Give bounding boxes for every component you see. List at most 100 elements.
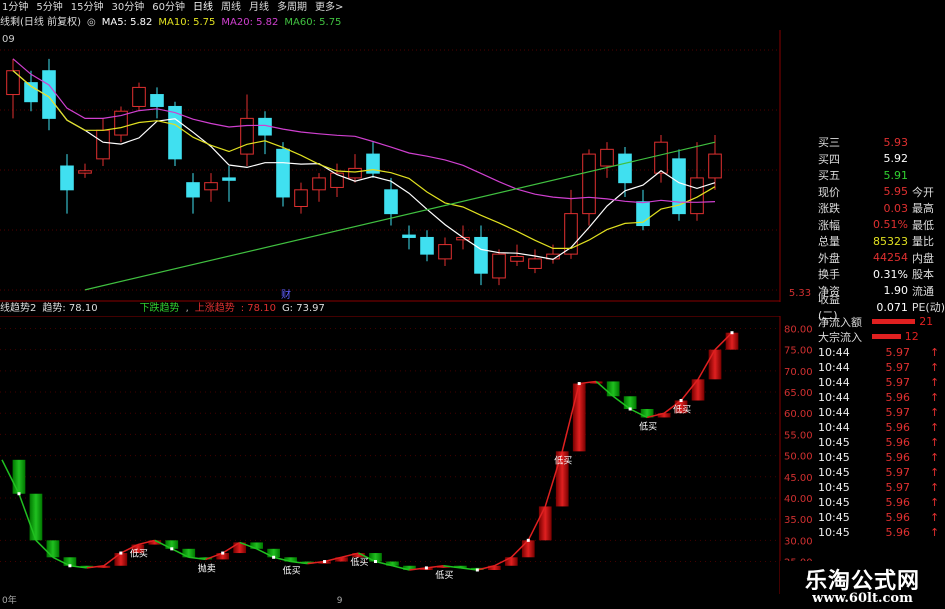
tab-4[interactable]: 60分钟 (152, 0, 185, 16)
axis-tick-label: 35.00 (784, 515, 813, 526)
candle-body (528, 258, 542, 269)
candle-body (348, 167, 362, 179)
trend-dot (170, 547, 174, 551)
quote-row: 买三 5.93 (818, 135, 908, 150)
axis-tick-label: 75.00 (784, 346, 813, 357)
bottom-label-nine: 9 (336, 596, 343, 606)
trend-dot (68, 564, 72, 568)
site-watermark: 乐淘公式网 www.60lt.com (780, 561, 945, 609)
candle-body (420, 236, 434, 255)
finance-marker[interactable]: 财 (281, 288, 291, 301)
signal-label: 低买 (130, 548, 148, 560)
tick-row: 10:44 5.97 ↑ (818, 406, 940, 419)
trend-bar (725, 332, 739, 350)
candle-body (474, 236, 488, 274)
tab-1[interactable]: 5分钟 (36, 0, 62, 16)
tick-row: 10:44 5.97 ↑ (818, 361, 940, 374)
gear-icon[interactable]: ◎ (87, 16, 96, 30)
tab-0[interactable]: 1分钟 (2, 0, 28, 16)
quote-row: 总量 85323 量比 (818, 234, 934, 249)
money-flow-panel: 净流入额 21 大宗流入 12 (818, 314, 945, 344)
trend-value: 趋势: 78.10 (42, 303, 98, 314)
candle-body (384, 189, 398, 215)
signal-label: 低买 (673, 404, 691, 416)
trend-dot (119, 551, 123, 555)
quote-row: 现价 5.95 今开 (818, 185, 934, 199)
candle-body (150, 94, 164, 107)
trend-bar (708, 349, 722, 380)
tick-row: 10:44 5.97 ↑ (818, 346, 940, 359)
candle-body (96, 129, 110, 160)
tab-3[interactable]: 30分钟 (111, 0, 144, 16)
candle-body (708, 153, 722, 179)
bottom-label-year: 0年 (2, 596, 17, 606)
quote-row: 换手 0.31% 股本 (818, 267, 934, 282)
tab-7[interactable]: 月线 (249, 0, 269, 16)
tab-8[interactable]: 多周期 (277, 0, 307, 16)
flow-row: 大宗流入 12 (818, 330, 919, 344)
quote-panel: 买三 5.93 买四 5.92 买五 5.91 现价 5.95 今开 涨跌 0.03 最高 涨幅 0.51… (818, 134, 945, 323)
candle-body (240, 117, 254, 155)
tick-row: 10:45 5.97 ↑ (818, 466, 940, 479)
trend-bar (538, 506, 552, 541)
up-arrow-icon: ↑ (930, 376, 940, 389)
candle-body (600, 148, 614, 167)
tick-row: 10:45 5.96 ↑ (818, 511, 940, 524)
g-value: G: 73.97 (281, 303, 325, 314)
candle-body (204, 182, 218, 191)
tick-list: 10:44 5.97 ↑ 10:44 5.97 ↑ 10:44 5.97 ↑ 10:44 5.96 ↑… (818, 345, 945, 540)
flow-row: 净流入额 21 (818, 315, 934, 329)
axis-tick-label: 55.00 (784, 430, 813, 441)
up-arrow-icon: ↑ (930, 391, 940, 404)
signal-label: 低买 (639, 420, 657, 432)
ma10-label: MA10: 5.75 (158, 17, 216, 28)
up-trend-label: 上涨趋势 (194, 303, 235, 314)
ma-legend: 线剩(日线 前复权) ◎ MA5: 5.82 MA10: 5.75 MA20: … (0, 16, 341, 30)
trend-dot (730, 331, 734, 335)
trend-dot (272, 555, 276, 559)
watermark-url: www.60lt.com (812, 591, 913, 606)
period-tabs: 1分钟 5分钟 15分钟 30分钟 60分钟 日线 周线 月线 多周期 更多> (0, 0, 945, 16)
tab-2[interactable]: 15分钟 (71, 0, 104, 16)
candlestick-chart[interactable]: 5.33 09 财 (0, 30, 818, 302)
candle-body (60, 165, 74, 191)
quote-row: 买四 5.92 (818, 152, 908, 166)
indicator-title: 线趋势2 (0, 303, 37, 314)
candle-body (222, 177, 236, 181)
candle-body (438, 244, 452, 260)
axis-tick-label: 50.00 (784, 452, 813, 463)
candle-body (276, 148, 290, 198)
tab-6[interactable]: 周线 (221, 0, 241, 16)
tick-row: 10:45 5.96 ↑ (818, 451, 940, 464)
up-arrow-icon: ↑ (930, 436, 940, 449)
up-arrow-icon: ↑ (930, 496, 940, 509)
candle-body (492, 253, 506, 279)
bottom-toolbar: 0年 9 (0, 594, 782, 609)
tick-row: 10:44 5.97 ↑ (818, 376, 940, 389)
ma60-label: MA60: 5.75 (284, 17, 342, 28)
tick-row: 10:44 5.96 ↑ (818, 391, 940, 404)
indicator-legend: 线趋势2 趋势: 78.10 下跌趋势 , 上涨趋势 : 78.10 G: 73… (0, 303, 325, 314)
candle-body (510, 256, 524, 262)
trend-bar (12, 459, 26, 494)
tick-row: 10:45 5.96 ↑ (818, 526, 940, 539)
down-trend-label: 下跌趋势 (139, 303, 180, 314)
candle-body (582, 153, 596, 215)
up-arrow-icon: ↑ (930, 481, 940, 494)
ma5-label: MA5: 5.82 (101, 17, 153, 28)
tab-9[interactable]: 更多> (315, 0, 343, 16)
quote-row: 涨幅 0.51% 最低 (818, 218, 934, 232)
trend-dot (17, 492, 21, 496)
tick-row: 10:45 5.97 ↑ (818, 481, 940, 494)
axis-tick-label: 65.00 (784, 388, 813, 399)
tab-5[interactable]: 日线 (193, 0, 213, 16)
trend-bar (182, 548, 196, 558)
tick-row: 10:44 5.96 ↑ (818, 421, 940, 434)
candle-body (312, 177, 326, 191)
indicator-chart[interactable]: 80.00 75.00 70.00 65.00 60.00 55.00 50.00 45.00… (0, 316, 818, 594)
tick-row: 10:45 5.96 ↑ (818, 496, 940, 509)
signal-label: 抛卖 (198, 562, 216, 574)
trend-dot (221, 551, 225, 555)
axis-tick-label: 70.00 (784, 367, 813, 378)
signal-label: 低买 (435, 569, 453, 581)
